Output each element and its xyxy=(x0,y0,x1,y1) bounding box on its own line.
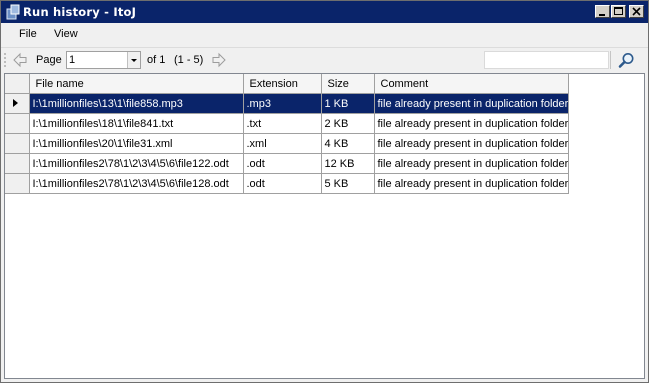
window-title: Run history - ItoJ xyxy=(23,5,137,19)
column-header-size[interactable]: Size xyxy=(320,74,375,94)
page-input[interactable] xyxy=(69,53,127,67)
minimize-icon xyxy=(599,14,605,16)
cell-file-name[interactable]: I:\1millionfiles2\78\1\2\3\4\5\6\file128… xyxy=(28,173,244,194)
next-page-icon[interactable] xyxy=(211,52,227,68)
table-row[interactable]: I:\1millionfiles2\78\1\2\3\4\5\6\file128… xyxy=(5,173,570,194)
cell-file-name[interactable]: I:\1millionfiles2\78\1\2\3\4\5\6\file122… xyxy=(28,153,244,174)
row-header[interactable] xyxy=(5,173,30,194)
table-row[interactable]: I:\1millionfiles\18\1\file841.txt .txt 2… xyxy=(5,113,570,134)
cell-extension[interactable]: .xml xyxy=(242,133,322,154)
search-icon[interactable] xyxy=(618,52,635,69)
table-row[interactable]: I:\1millionfiles\13\1\file858.mp3 .mp3 1… xyxy=(5,93,570,114)
minimize-button[interactable] xyxy=(595,5,610,18)
close-icon xyxy=(632,7,641,16)
header-row: File name Extension Size Comment xyxy=(5,74,570,94)
table-row[interactable]: I:\1millionfiles2\78\1\2\3\4\5\6\file122… xyxy=(5,153,570,174)
close-button[interactable] xyxy=(629,5,644,18)
cell-extension[interactable]: .txt xyxy=(242,113,322,134)
cell-extension[interactable]: .odt xyxy=(242,173,322,194)
row-header[interactable] xyxy=(5,93,30,114)
cell-comment[interactable]: file already present in duplication fold… xyxy=(373,93,570,114)
maximize-button[interactable] xyxy=(611,5,626,18)
search-box[interactable] xyxy=(484,51,609,69)
cell-size[interactable]: 12 KB xyxy=(320,153,375,174)
header-corner[interactable] xyxy=(5,74,30,94)
run-history-window: Run history - ItoJ File View Page of 1 (… xyxy=(0,0,649,383)
cell-size[interactable]: 5 KB xyxy=(320,173,375,194)
cell-extension[interactable]: .odt xyxy=(242,153,322,174)
menu-bar: File View xyxy=(1,23,648,48)
page-dropdown-button[interactable] xyxy=(127,52,140,68)
title-bar[interactable]: Run history - ItoJ xyxy=(1,1,648,23)
current-row-arrow-icon xyxy=(13,99,18,107)
page-combobox[interactable] xyxy=(66,51,141,69)
app-icon xyxy=(6,4,20,20)
column-header-file-name[interactable]: File name xyxy=(28,74,244,94)
page-count-label: of 1 xyxy=(147,54,166,66)
column-header-comment[interactable]: Comment xyxy=(373,74,570,94)
row-header[interactable] xyxy=(5,113,30,134)
menu-view[interactable]: View xyxy=(54,28,78,40)
cell-comment[interactable]: file already present in duplication fold… xyxy=(373,113,570,134)
cell-size[interactable]: 2 KB xyxy=(320,113,375,134)
table-row[interactable]: I:\1millionfiles\20\1\file31.xml .xml 4 … xyxy=(5,133,570,154)
cell-comment[interactable]: file already present in duplication fold… xyxy=(373,153,570,174)
cell-extension[interactable]: .mp3 xyxy=(242,93,322,114)
column-header-extension[interactable]: Extension xyxy=(242,74,322,94)
row-header[interactable] xyxy=(5,153,30,174)
toolbar-grip[interactable] xyxy=(4,52,6,68)
run-history-grid: File name Extension Size Comment I:\1mil… xyxy=(4,73,645,379)
cell-file-name[interactable]: I:\1millionfiles\18\1\file841.txt xyxy=(28,113,244,134)
cell-comment[interactable]: file already present in duplication fold… xyxy=(373,173,570,194)
cell-size[interactable]: 1 KB xyxy=(320,93,375,114)
cell-file-name[interactable]: I:\1millionfiles\13\1\file858.mp3 xyxy=(28,93,244,114)
maximize-icon xyxy=(614,7,623,15)
page-label: Page xyxy=(36,54,62,66)
cell-file-name[interactable]: I:\1millionfiles\20\1\file31.xml xyxy=(28,133,244,154)
page-range-label: (1 - 5) xyxy=(174,54,204,66)
pager-toolbar: Page of 1 (1 - 5) xyxy=(1,48,648,72)
cell-comment[interactable]: file already present in duplication fold… xyxy=(373,133,570,154)
toolbar-separator xyxy=(610,51,611,69)
previous-page-icon[interactable] xyxy=(12,52,28,68)
menu-file[interactable]: File xyxy=(19,28,37,40)
run-history-table: File name Extension Size Comment I:\1mil… xyxy=(5,74,570,194)
row-header[interactable] xyxy=(5,133,30,154)
cell-size[interactable]: 4 KB xyxy=(320,133,375,154)
chevron-down-icon xyxy=(131,59,137,62)
